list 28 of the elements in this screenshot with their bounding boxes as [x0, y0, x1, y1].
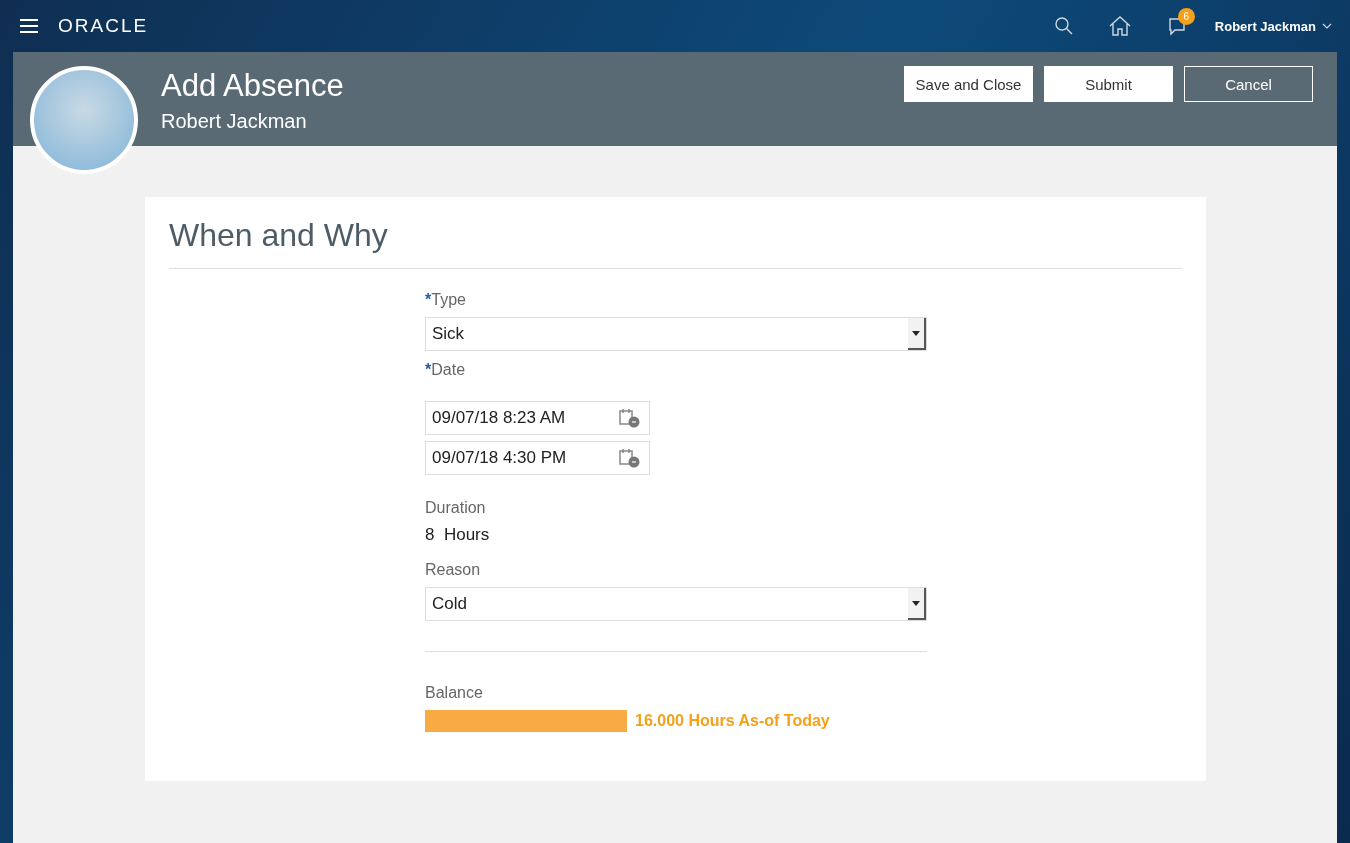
user-menu[interactable]: Robert Jackman	[1214, 18, 1332, 34]
field-label: Duration	[425, 499, 487, 517]
page-title: Add Absence	[161, 68, 345, 104]
caret-icon	[912, 600, 920, 606]
header-button[interactable]: Save and Close	[904, 66, 1033, 102]
field-label: *Date	[425, 361, 467, 379]
balance-reading: 16.000 Hours As-of Today	[635, 712, 830, 730]
select-field[interactable]: Cold	[425, 587, 927, 621]
calendar-clock-icon[interactable]	[619, 448, 641, 468]
notification-badge: 6	[1177, 8, 1195, 25]
select-field[interactable]: Sick	[425, 317, 927, 351]
field-label: Balance	[425, 684, 484, 702]
caret-icon	[912, 330, 920, 336]
section-title: When and Why	[169, 217, 1182, 269]
employee-name: Robert Jackman	[161, 110, 308, 133]
header-button[interactable]: Cancel	[1184, 66, 1313, 102]
header-button[interactable]: Submit	[1044, 66, 1173, 102]
home-icon[interactable]	[1108, 16, 1131, 36]
calendar-clock-icon[interactable]	[619, 408, 641, 428]
search-icon[interactable]	[1054, 17, 1073, 35]
brand-logo: ORACLE	[58, 15, 150, 37]
date-field[interactable]: 09/07/18 4:30 PM	[425, 441, 650, 475]
chevron-down-icon	[1322, 23, 1332, 29]
date-field[interactable]: 09/07/18 8:23 AM	[425, 401, 650, 435]
field-label: Reason	[425, 561, 482, 579]
field-value: 8 Hours	[425, 525, 491, 545]
field-label: *Type	[425, 291, 467, 309]
menu-icon[interactable]	[20, 19, 38, 33]
